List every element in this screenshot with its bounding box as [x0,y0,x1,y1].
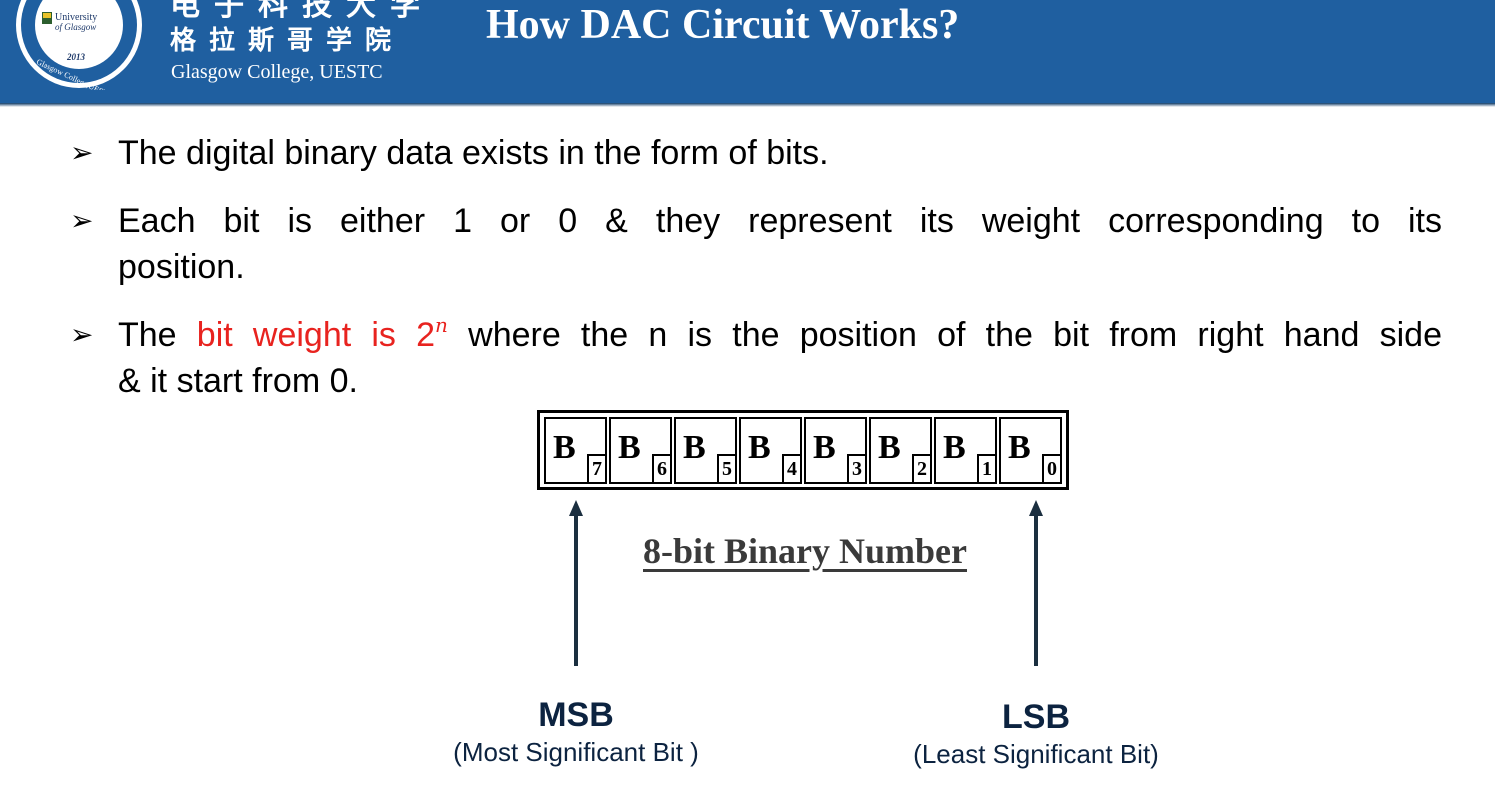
bullet-item: ➢ The digital binary data exists in the … [70,130,1442,176]
exponent: n [435,313,448,337]
svg-text:2013: 2013 [66,52,86,62]
bit-cell-b5: B5 [674,417,737,484]
bullet-text-line: The bit weight is 2n where the n is the … [118,312,1442,358]
bullet-text-rest: where the n is the position of the bit f… [447,316,1442,354]
bit-letter: B [943,429,966,466]
bit-index: 2 [912,454,930,482]
university-seal-icon: University of Glasgow 2013 Glasgow Colle… [16,0,142,90]
bullet-item: ➢ Each bit is either 1 or 0 & they repre… [70,198,1442,290]
arrow-bullet-icon: ➢ [70,205,94,236]
bullet-text-prefix: The [118,316,197,354]
bit-index: 6 [652,454,670,482]
lsb-arrow-icon [1029,500,1043,666]
bit-index: 7 [587,454,605,482]
header-shadow [0,103,1495,107]
bit-letter: B [1008,429,1031,466]
svg-text:of Glasgow: of Glasgow [55,22,96,32]
bit-index: 1 [977,454,995,482]
bit-index: 5 [717,454,735,482]
bit-index: 3 [847,454,865,482]
bit-letter: B [748,429,771,466]
bullet-list: ➢ The digital binary data exists in the … [70,130,1442,404]
bit-letter: B [618,429,641,466]
bullet-text-line: position. [118,248,245,286]
lsb-description: (Least Significant Bit) [913,739,1159,769]
bit-letter: B [553,429,576,466]
bit-index: 4 [782,454,800,482]
college-name-en: Glasgow College, UESTC [171,61,383,83]
bit-letter: B [878,429,901,466]
slide-header: University of Glasgow 2013 Glasgow Colle… [0,0,1495,103]
msb-label: MSB [538,696,614,734]
arrow-shaft [1034,514,1038,666]
bit-cell-b3: B3 [804,417,867,484]
arrow-bullet-icon: ➢ [70,319,94,350]
arrow-bullet-icon: ➢ [70,137,94,168]
bit-cell-b2: B2 [869,417,932,484]
college-name-cn: 格拉斯哥学院 [170,26,405,56]
bit-cell-b0: B0 [999,417,1062,484]
bit-cell-b7: B7 [544,417,607,484]
bit-cell-b4: B4 [739,417,802,484]
highlight-text: bit weight is 2 [196,316,436,354]
bullet-text-line: Each bit is either 1 or 0 & they represe… [118,202,1442,240]
arrow-shaft [574,514,578,666]
bit-letter: B [683,429,706,466]
bit-letter: B [813,429,836,466]
msb-label-group: MSB (Most Significant Bit ) [426,696,726,768]
bit-register: B7 B6 B5 B4 B3 B2 B1 B0 [537,410,1069,490]
msb-description: (Most Significant Bit ) [453,737,699,767]
diagram-caption: 8-bit Binary Number [643,531,967,571]
bit-cell-b1: B1 [934,417,997,484]
slide-title: How DAC Circuit Works? [486,2,960,48]
bullet-text-line: & it start from 0. [118,362,358,400]
bullet-item: ➢ The bit weight is 2n where the n is th… [70,312,1442,404]
bit-cell-b6: B6 [609,417,672,484]
bullet-text: The digital binary data exists in the fo… [118,134,829,172]
msb-arrow-icon [569,500,583,666]
bit-index: 0 [1042,454,1060,482]
lsb-label: LSB [1002,698,1070,736]
lsb-label-group: LSB (Least Significant Bit) [886,698,1186,770]
